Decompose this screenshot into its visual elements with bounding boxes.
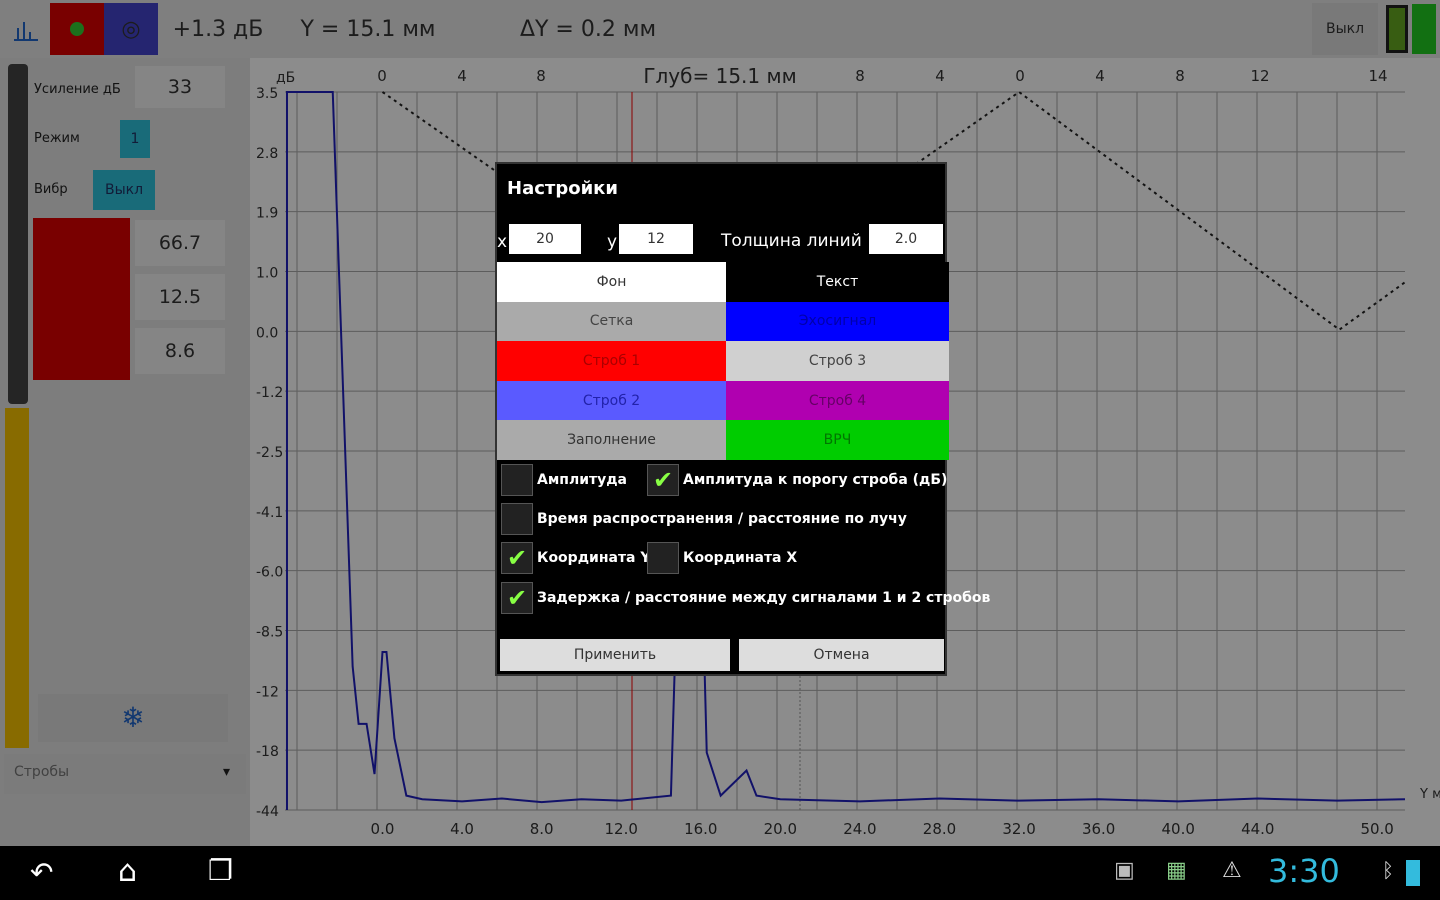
bluetooth-icon: ᛒ [1382,858,1394,882]
checkbox-icon [647,542,679,574]
line-width-label: Толщина линий [721,231,862,251]
apply-button[interactable]: Применить [500,639,730,671]
system-nav-bar: ↶ ⌂ ❐ ▣ ▦ ⚠ 3:30 ᛒ [0,846,1440,900]
warning-icon: ⚠ [1222,858,1242,883]
checkbox-label: Задержка / расстояние между сигналами 1 … [537,590,991,606]
y-label: y [607,232,618,252]
color-swatch-button[interactable]: Строб 1 [497,341,726,381]
clock: 3:30 [1268,852,1340,890]
x-label: x [497,232,508,252]
checkbox-label: Координата X [683,550,798,566]
color-swatch-button[interactable]: Строб 2 [497,380,726,421]
home-icon[interactable]: ⌂ [118,854,137,889]
checkbox-label: Амплитуда к порогу строба (дБ) [683,472,948,488]
x-input[interactable]: 20 [509,224,581,254]
checkbox-icon: ✔ [647,464,679,496]
checkbox-coord-x[interactable]: Координата X [647,542,797,574]
checkbox-amplitude[interactable]: Амплитуда [501,464,627,496]
color-swatch-button[interactable]: ВРЧ [726,420,949,460]
color-swatch-button[interactable]: Текст [726,262,949,302]
checkbox-delay[interactable]: ✔ Задержка / расстояние между сигналами 1… [501,582,990,614]
dialog-title: Настройки [507,178,619,199]
checkbox-coord-y[interactable]: ✔ Координата Y [501,542,651,574]
color-swatch-button[interactable]: Фон [497,262,726,302]
color-swatch-button[interactable]: Заполнение [497,420,726,460]
checkbox-icon [501,503,533,535]
line-width-input[interactable]: 2.0 [869,224,943,254]
checkbox-label: Время распространения / расстояние по лу… [537,511,907,527]
color-swatch-button[interactable]: Строб 4 [726,380,949,421]
checkbox-time[interactable]: Время распространения / расстояние по лу… [501,503,907,535]
checkbox-icon: ✔ [501,582,533,614]
cancel-button[interactable]: Отмена [739,639,944,671]
color-swatch-button[interactable]: Строб 3 [726,341,949,381]
color-swatch-button[interactable]: Эхосигнал [726,301,949,342]
battery-status-icon [1406,860,1420,886]
checkbox-label: Амплитуда [537,472,628,488]
checkbox-amplitude-threshold[interactable]: ✔ Амплитуда к порогу строба (дБ) [647,464,947,496]
checkbox-icon [501,464,533,496]
gallery-icon: ▣ [1114,858,1135,883]
back-icon[interactable]: ↶ [30,856,53,889]
color-swatch-button[interactable]: Сетка [497,301,726,342]
recent-apps-icon[interactable]: ❐ [208,854,233,887]
y-input[interactable]: 12 [619,224,693,254]
color-grid: Фон Текст Сетка Эхосигнал Строб 1 Строб 3 Стро… [497,262,949,460]
checkbox-icon: ✔ [501,542,533,574]
checkbox-label: Координата Y [537,550,651,566]
calendar-icon: ▦ [1166,858,1187,883]
settings-dialog: Настройки x 20 y 12 Толщина линий 2.0 Фо… [495,162,990,676]
